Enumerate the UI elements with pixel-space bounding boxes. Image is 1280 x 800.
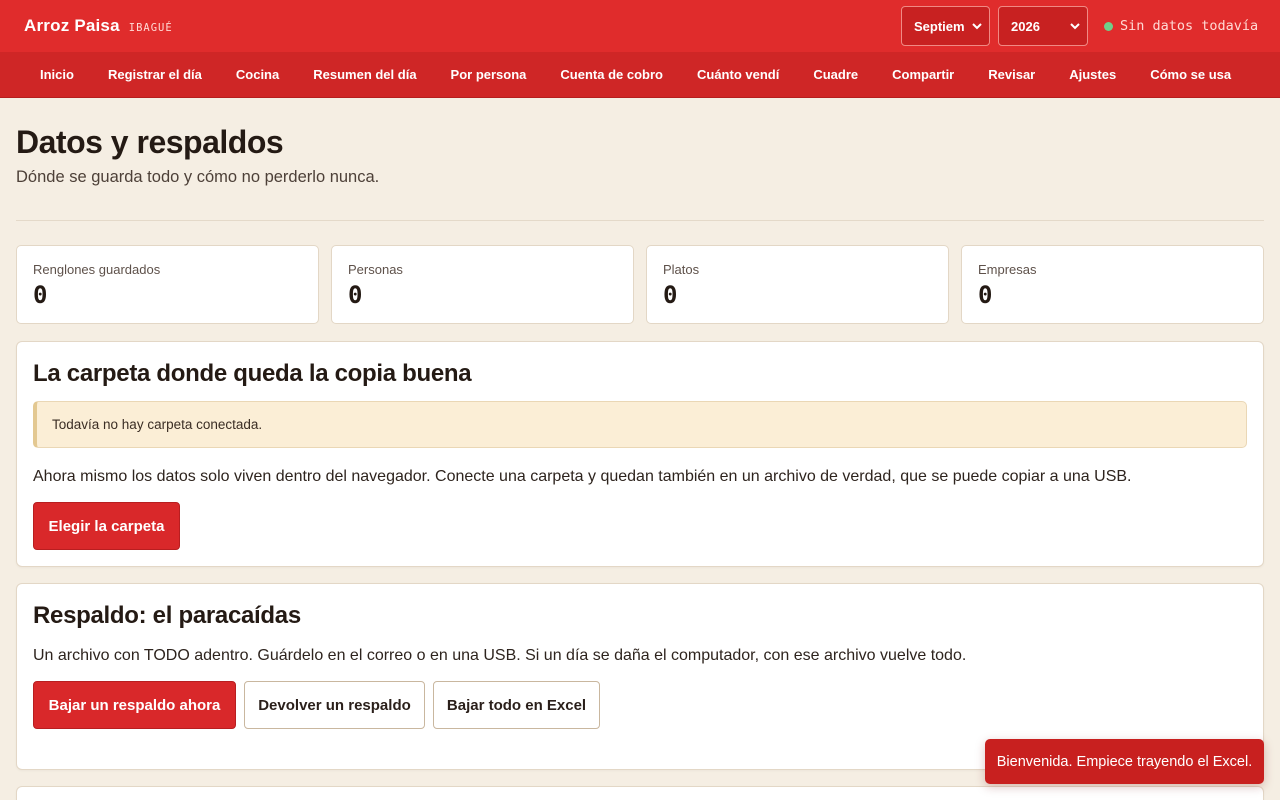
folder-card-text: Ahora mismo los datos solo viven dentro … (33, 468, 1132, 485)
year-select[interactable]: 2026 (998, 6, 1088, 46)
top-bar: Arroz Paisa IBAGUÉ Septiem 2026 Sin dato… (0, 0, 1280, 52)
stat-value: 0 (978, 281, 993, 309)
page-title: Datos y respaldos (16, 124, 284, 160)
nav-item-por-persona[interactable]: Por persona (434, 52, 544, 98)
nav-item-compartir[interactable]: Compartir (875, 52, 971, 98)
nav-item-cuanto-vendi[interactable]: Cuánto vendí (680, 52, 796, 98)
stat-value: 0 (663, 281, 678, 309)
download-excel-button[interactable]: Bajar todo en Excel (433, 681, 600, 729)
month-select[interactable]: Septiem (901, 6, 990, 46)
stat-value: 0 (348, 281, 363, 309)
chevron-down-icon (972, 23, 982, 30)
brand-city: IBAGUÉ (128, 22, 173, 34)
divider (16, 220, 1264, 221)
stat-card-personas: Personas 0 (331, 245, 634, 324)
status-text: Sin datos todavía (1120, 18, 1259, 34)
month-select-value: Septiem (914, 18, 965, 34)
folder-card-title: La carpeta donde queda la copia buena (33, 360, 472, 387)
stat-label: Empresas (978, 262, 1037, 277)
year-select-value: 2026 (1011, 18, 1040, 34)
nav-item-revisar[interactable]: Revisar (971, 52, 1052, 98)
stat-label: Platos (663, 262, 700, 277)
main-nav: Inicio Registrar el día Cocina Resumen d… (0, 52, 1280, 98)
stat-label: Personas (348, 262, 403, 277)
nav-item-ajustes[interactable]: Ajustes (1052, 52, 1133, 98)
data-status: Sin datos todavía (1104, 0, 1258, 52)
nav-item-resumen[interactable]: Resumen del día (296, 52, 433, 98)
folder-card: La carpeta donde queda la copia buena To… (16, 341, 1264, 567)
nav-item-cuenta-cobro[interactable]: Cuenta de cobro (543, 52, 680, 98)
stat-card-renglones: Renglones guardados 0 (16, 245, 319, 324)
nav-item-cocina[interactable]: Cocina (219, 52, 296, 98)
next-card (16, 786, 1264, 800)
stat-value: 0 (33, 281, 48, 309)
choose-folder-button[interactable]: Elegir la carpeta (33, 502, 180, 550)
nav-item-cuadre[interactable]: Cuadre (796, 52, 875, 98)
nav-item-como-se-usa[interactable]: Cómo se usa (1133, 52, 1248, 98)
download-backup-button[interactable]: Bajar un respaldo ahora (33, 681, 236, 729)
folder-notice: Todavía no hay carpeta conectada. (33, 401, 1247, 448)
backup-card-text: Un archivo con TODO adentro. Guárdelo en… (33, 647, 967, 664)
chevron-down-icon (1070, 23, 1080, 30)
stat-label: Renglones guardados (33, 262, 161, 277)
brand[interactable]: Arroz Paisa IBAGUÉ (24, 0, 173, 52)
nav-item-registrar[interactable]: Registrar el día (91, 52, 219, 98)
backup-card-title: Respaldo: el paracaídas (33, 602, 301, 629)
restore-backup-button[interactable]: Devolver un respaldo (244, 681, 425, 729)
status-dot-icon (1104, 21, 1113, 31)
welcome-toast[interactable]: Bienvenida. Empiece trayendo el Excel. (985, 739, 1264, 784)
page-subtitle: Dónde se guarda todo y cómo no perderlo … (16, 168, 380, 186)
brand-name: Arroz Paisa (24, 16, 120, 35)
stat-card-platos: Platos 0 (646, 245, 949, 324)
nav-item-inicio[interactable]: Inicio (23, 52, 91, 98)
stat-card-empresas: Empresas 0 (961, 245, 1264, 324)
